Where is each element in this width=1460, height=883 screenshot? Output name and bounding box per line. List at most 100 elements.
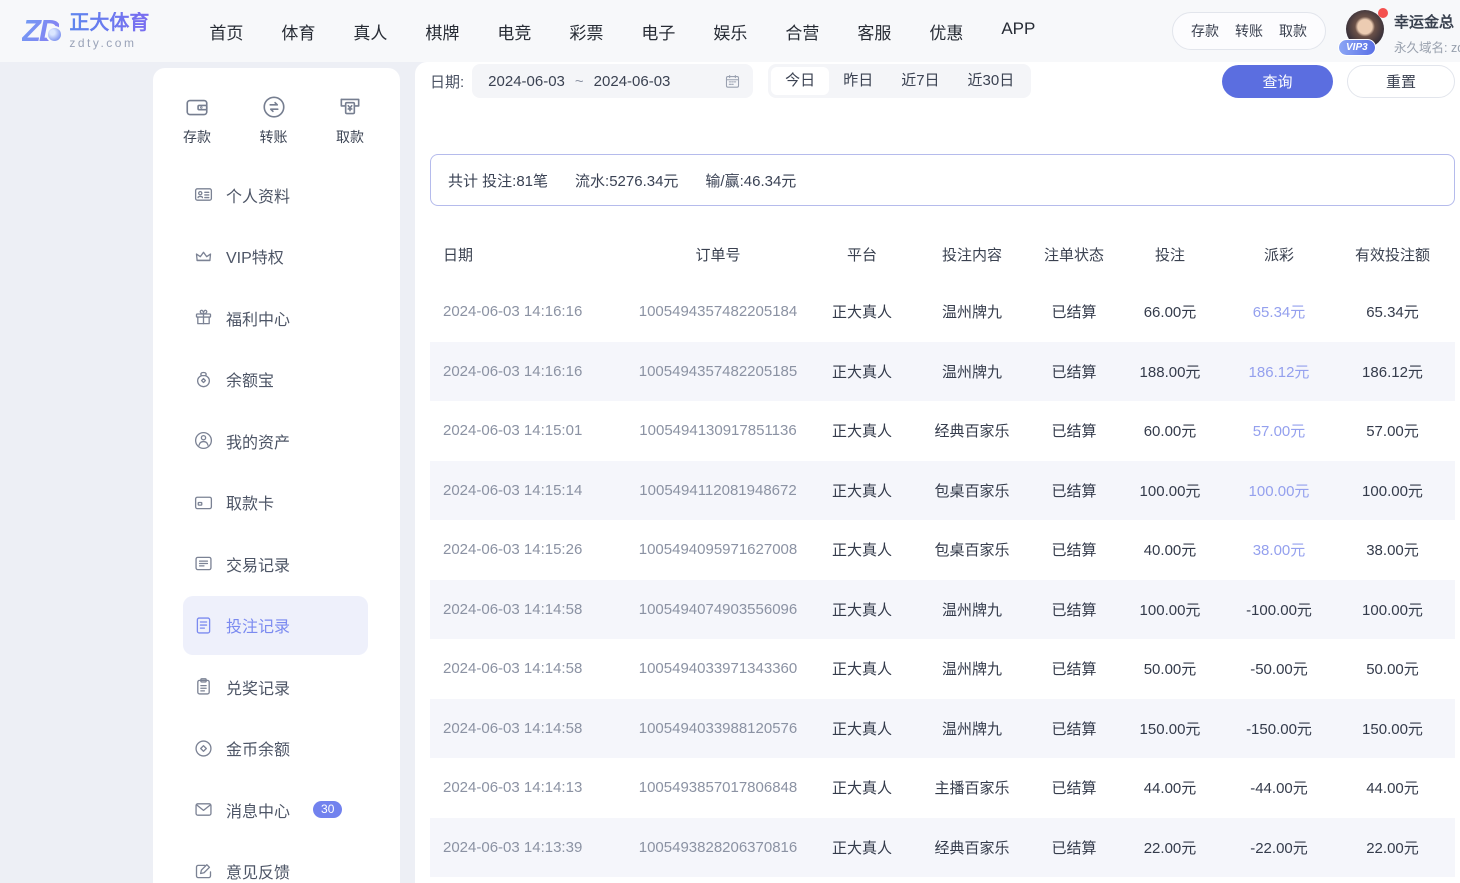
user-info[interactable]: VIP3 幸运金总 永久域名: zdty.com: [1346, 6, 1460, 56]
reset-button[interactable]: 重置: [1347, 65, 1455, 98]
nav-item-10[interactable]: 优惠: [929, 19, 963, 44]
range-option-2[interactable]: 近7日: [887, 67, 953, 95]
nav-item-2[interactable]: 真人: [353, 19, 387, 44]
nav-item-6[interactable]: 电子: [641, 19, 675, 44]
sidebar-item-label: 金币余额: [226, 736, 290, 760]
cell-content: 经典百家乐: [908, 837, 1036, 858]
date-range-input[interactable]: 2024-06-03 ~ 2024-06-03: [472, 64, 753, 98]
cell-date: 2024-06-03 14:16:16: [430, 363, 620, 380]
table-row[interactable]: 2024-06-03 14:14:581005494033988120576正大…: [430, 699, 1455, 759]
cell-content: 温州牌九: [908, 658, 1036, 679]
cell-status: 已结算: [1036, 599, 1112, 620]
quick-action-transfer[interactable]: 转账: [260, 94, 288, 147]
gift-icon: [193, 307, 214, 328]
transfer-icon: [261, 94, 287, 120]
cell-order: 1005494357482205185: [620, 363, 816, 380]
sidebar-item-7[interactable]: 投注记录: [183, 596, 368, 655]
bet-records-icon: [193, 615, 214, 636]
column-header-5: 投注: [1112, 244, 1228, 265]
table-row[interactable]: 2024-06-03 14:14:581005494074903556096正大…: [430, 580, 1455, 640]
cell-valid: 65.34元: [1330, 301, 1455, 322]
sidebar-item-label: 取款卡: [226, 490, 274, 514]
brand-logo: ZD: [22, 13, 59, 49]
notification-dot: [1378, 8, 1388, 18]
query-button[interactable]: 查询: [1222, 65, 1333, 98]
table-row[interactable]: 2024-06-03 14:13:391005493828206370816正大…: [430, 818, 1455, 878]
column-header-3: 投注内容: [908, 244, 1036, 265]
range-option-0[interactable]: 今日: [771, 67, 829, 95]
cell-order: 1005494033988120576: [620, 720, 816, 737]
calendar-icon[interactable]: [724, 73, 741, 90]
quick-action-withdraw[interactable]: 取款: [336, 94, 364, 147]
nav-item-7[interactable]: 娱乐: [713, 19, 747, 44]
quick-link-2[interactable]: 取款: [1279, 21, 1307, 41]
brand-text: 正大体育 zdty.com: [69, 12, 149, 50]
table-row[interactable]: 2024-06-03 14:15:141005494112081948672正大…: [430, 461, 1455, 521]
cell-payout: 57.00元: [1228, 420, 1330, 441]
sidebar-item-5[interactable]: 取款卡: [153, 472, 400, 534]
wallet-icon: [184, 94, 210, 120]
sidebar-item-1[interactable]: VIP特权: [153, 226, 400, 288]
cell-platform: 正大真人: [816, 718, 908, 739]
sidebar-item-label: 余额宝: [226, 367, 274, 391]
cell-payout: 186.12元: [1228, 361, 1330, 382]
sidebar: 存款转账取款 个人资料 VIP特权福利中心余额宝我的资产取款卡交易记录投注记录兑奖…: [153, 68, 400, 883]
cell-bet: 40.00元: [1112, 539, 1228, 560]
sidebar-item-4[interactable]: 我的资产: [153, 410, 400, 472]
table-header: 日期订单号平台投注内容注单状态投注派彩有效投注额: [430, 227, 1455, 282]
sidebar-item-3[interactable]: 余额宝: [153, 349, 400, 411]
cell-platform: 正大真人: [816, 480, 908, 501]
quick-link-1[interactable]: 转账: [1235, 21, 1263, 41]
permanent-domain-note: 永久域名: zdty.com: [1394, 37, 1460, 56]
table-row[interactable]: 2024-06-03 14:15:011005494130917851136正大…: [430, 401, 1455, 461]
summary-winloss: 输/赢:46.34元: [705, 170, 796, 191]
assets-icon: [193, 430, 214, 451]
avatar-wrap: VIP3: [1346, 10, 1386, 50]
cell-status: 已结算: [1036, 480, 1112, 501]
sidebar-item-9[interactable]: 金币余额: [153, 718, 400, 780]
cell-date: 2024-06-03 14:15:14: [430, 482, 620, 499]
table-row[interactable]: 2024-06-03 14:16:161005494357482205185正大…: [430, 342, 1455, 402]
nav-item-0[interactable]: 首页: [209, 19, 243, 44]
nav-item-9[interactable]: 客服: [857, 19, 891, 44]
username: 幸运金总: [1394, 11, 1460, 32]
table-row[interactable]: 2024-06-03 14:15:261005494095971627008正大…: [430, 520, 1455, 580]
nav-item-3[interactable]: 棋牌: [425, 19, 459, 44]
sidebar-item-8[interactable]: 兑奖记录: [153, 656, 400, 718]
cell-bet: 66.00元: [1112, 301, 1228, 322]
sidebar-item-2[interactable]: 福利中心: [153, 287, 400, 349]
table-row[interactable]: 2024-06-03 14:14:131005493857017806848正大…: [430, 758, 1455, 818]
range-option-3[interactable]: 近30日: [954, 67, 1029, 95]
cell-date: 2024-06-03 14:15:26: [430, 541, 620, 558]
quick-link-0[interactable]: 存款: [1191, 21, 1219, 41]
sidebar-item-0[interactable]: 个人资料: [153, 164, 400, 226]
table-row[interactable]: 2024-06-03 14:16:161005494357482205184正大…: [430, 282, 1455, 342]
cell-content: 温州牌九: [908, 599, 1036, 620]
cell-status: 已结算: [1036, 718, 1112, 739]
table-body: 2024-06-03 14:16:161005494357482205184正大…: [430, 282, 1455, 877]
nav-item-8[interactable]: 合营: [785, 19, 819, 44]
sidebar-item-11[interactable]: 意见反馈: [153, 841, 400, 883]
sidebar-item-10[interactable]: 消息中心30: [153, 779, 400, 841]
cell-status: 已结算: [1036, 658, 1112, 679]
column-header-6: 派彩: [1228, 244, 1330, 265]
nav-item-5[interactable]: 彩票: [569, 19, 603, 44]
cell-content: 温州牌九: [908, 718, 1036, 739]
cell-status: 已结算: [1036, 301, 1112, 322]
cell-order: 1005494130917851136: [620, 422, 816, 439]
nav-item-11[interactable]: APP: [1001, 19, 1035, 44]
brand[interactable]: ZD 正大体育 zdty.com: [22, 12, 149, 50]
quick-action-wallet[interactable]: 存款: [183, 94, 211, 147]
nav-item-1[interactable]: 体育: [281, 19, 315, 44]
crown-icon: [193, 246, 214, 267]
page: ZD 正大体育 zdty.com 首页 体育 真人 棋牌 电竞 彩票 电子 娱乐 合营 客服 优惠 A…: [0, 0, 1460, 883]
transactions-icon: [193, 553, 214, 574]
table-row[interactable]: 2024-06-03 14:14:581005494033971343360正大…: [430, 639, 1455, 699]
nav-item-4[interactable]: 电竞: [497, 19, 531, 44]
sidebar-item-label: VIP特权: [226, 244, 284, 268]
cell-payout: -50.00元: [1228, 658, 1330, 679]
cell-status: 已结算: [1036, 837, 1112, 858]
sidebar-item-6[interactable]: 交易记录: [153, 533, 400, 595]
range-option-1[interactable]: 昨日: [829, 67, 887, 95]
cell-date: 2024-06-03 14:14:58: [430, 601, 620, 618]
